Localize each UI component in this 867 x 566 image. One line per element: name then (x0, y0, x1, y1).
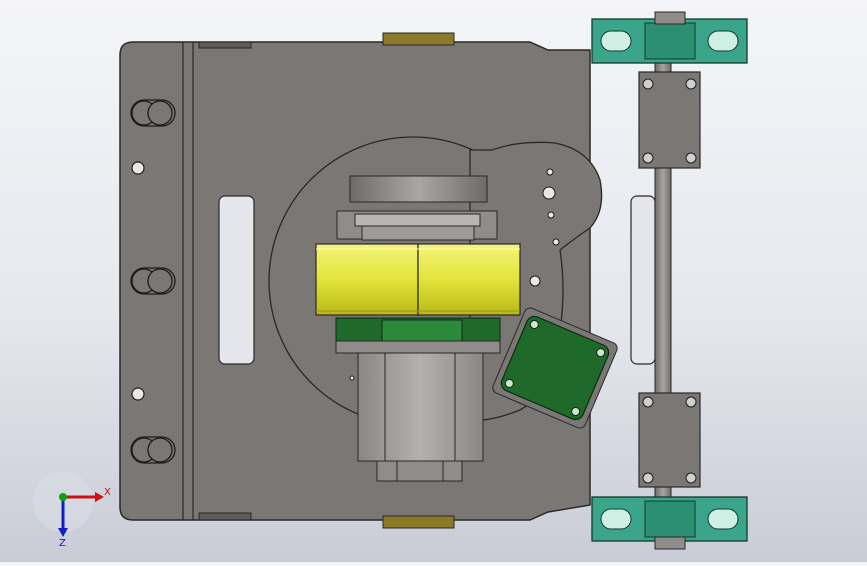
axis-triad (33, 472, 104, 537)
hub-flange-ring (381, 319, 463, 343)
bottom-slot-left (198, 512, 252, 521)
upper-drum (349, 175, 488, 203)
left-oblong-slot (218, 195, 255, 365)
top-slot-left (198, 41, 252, 49)
top-tab (382, 32, 455, 46)
bearing-top (591, 11, 748, 64)
drive-wheel-left (315, 243, 419, 316)
hub-base (335, 340, 501, 354)
right-oblong-slot (630, 195, 656, 365)
axis-z-label: Z (59, 538, 66, 549)
motor-body (357, 352, 484, 462)
gear-housing-inner (354, 213, 481, 227)
drive-wheel-right (417, 243, 521, 316)
gear-housing-inner (361, 225, 475, 241)
cad-model-drawing: X Z (33, 11, 748, 550)
axis-x-label: X (104, 487, 111, 498)
motor-endcap (376, 460, 463, 482)
bottom-tab (382, 515, 455, 529)
bearing-bottom (591, 496, 748, 550)
cad-viewport[interactable]: X Z (0, 0, 867, 562)
